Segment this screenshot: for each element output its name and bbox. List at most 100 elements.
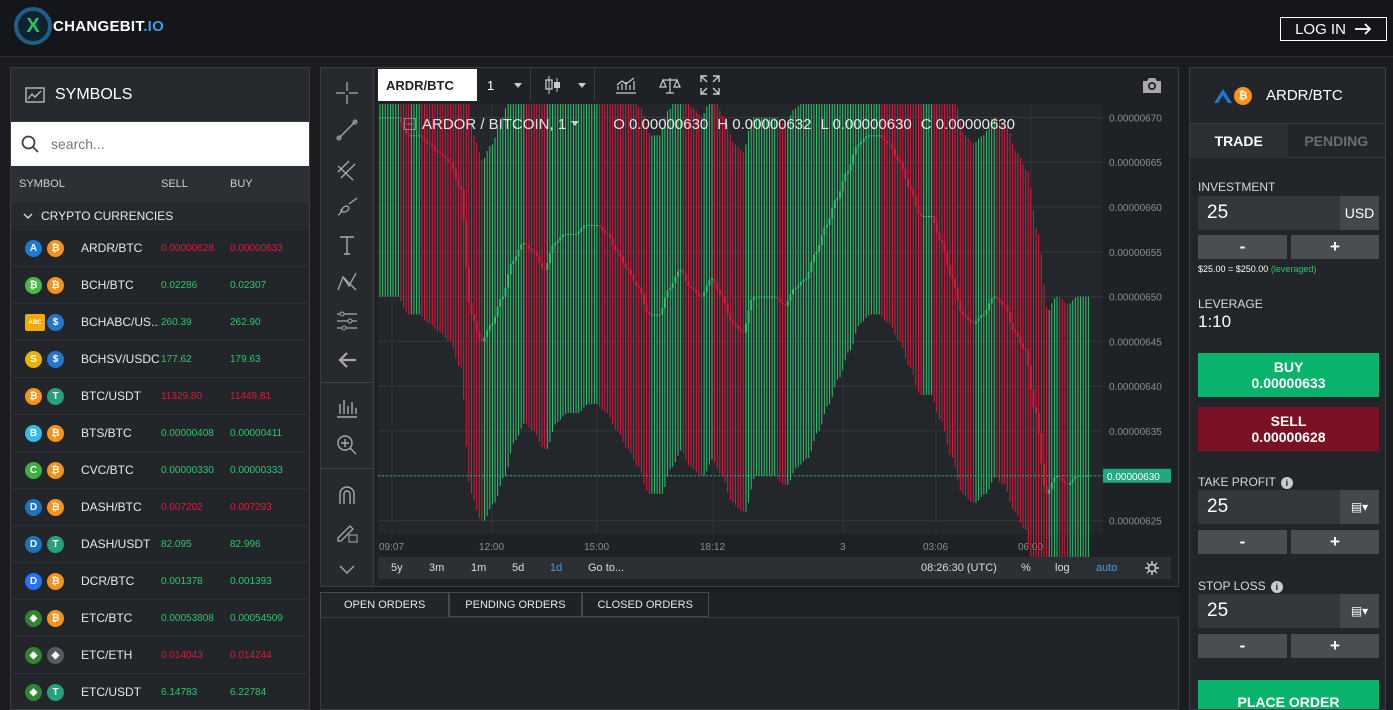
stop-loss-minus-button[interactable]: -	[1198, 634, 1287, 658]
price-chart[interactable]: 0.00000670 0.00000665 0.00000660 0.00000655…	[378, 104, 1171, 586]
take-profit-input[interactable]: 25 ▤▾	[1198, 490, 1379, 524]
candle-body	[815, 251, 818, 255]
candle-body	[648, 312, 651, 315]
candle-body	[384, 117, 387, 119]
candle-body	[820, 235, 823, 246]
col-buy[interactable]: BUY	[230, 178, 253, 190]
investment-plus-button[interactable]: +	[1291, 235, 1379, 259]
sell-button[interactable]: SELL 0.00000628	[1198, 407, 1379, 451]
text-tool-icon[interactable]	[333, 231, 361, 259]
candle-body	[943, 242, 946, 252]
search-box[interactable]: search...	[11, 122, 309, 166]
candle-body	[556, 240, 559, 243]
candle-body	[825, 224, 828, 228]
chart-canvas[interactable]: 0.00000670 0.00000665 0.00000660 0.00000655…	[378, 104, 1171, 557]
stop-loss-mode[interactable]: ▤▾	[1340, 594, 1379, 628]
symbol-name: BCH/BTC	[81, 278, 134, 292]
info-icon[interactable]: i	[1270, 581, 1283, 593]
search-input[interactable]: search...	[51, 136, 105, 152]
brush-icon[interactable]	[333, 193, 361, 221]
period-5d[interactable]: 5d	[512, 562, 524, 574]
symbol-row[interactable]: C ₿ CVC/BTC 0.00000330 0.00000333	[11, 452, 309, 489]
login-button[interactable]: LOG IN	[1280, 17, 1387, 41]
symbol-row[interactable]: D ₿ DCR/BTC 0.001378 0.001393	[11, 563, 309, 600]
period-1m[interactable]: 1m	[471, 562, 486, 574]
tab-open-orders[interactable]: OPEN ORDERS	[320, 592, 450, 617]
auto-toggle[interactable]: auto	[1096, 562, 1117, 574]
symbol-row[interactable]: S $ BCHSV/USDC 177.62 179.63	[11, 341, 309, 378]
candle-body	[744, 323, 747, 333]
stop-loss-input[interactable]: 25 ▤▾	[1198, 594, 1379, 628]
investment-unit[interactable]: USD	[1340, 196, 1379, 230]
investment-minus-button[interactable]: -	[1198, 235, 1287, 259]
symbol-row[interactable]: ◆ ₿ ETC/BTC 0.00053808 0.00054509	[11, 600, 309, 637]
magnet-icon[interactable]	[333, 481, 361, 509]
compare-icon[interactable]	[654, 69, 686, 101]
candle-body	[407, 133, 410, 136]
pattern-icon[interactable]	[333, 268, 361, 296]
settings-gear-icon[interactable]	[1145, 561, 1159, 575]
take-profit-mode[interactable]: ▤▾	[1340, 490, 1379, 524]
legend-title[interactable]: ARDOR / BITCOIN, 1	[422, 116, 566, 133]
info-icon[interactable]: i	[1280, 477, 1293, 489]
zoom-in-icon[interactable]	[333, 431, 361, 459]
col-symbol[interactable]: SYMBOL	[19, 178, 65, 190]
symbol-row[interactable]: A ₿ ARDR/BTC 0.00000628 0.00000633	[11, 230, 309, 267]
take-profit-minus-button[interactable]: -	[1198, 530, 1287, 554]
symbol-row[interactable]: ABC $ BCHABC/US... 260.39 262.90	[11, 304, 309, 341]
place-order-button[interactable]: PLACE ORDER	[1198, 680, 1379, 709]
period-3m[interactable]: 3m	[429, 562, 444, 574]
symbol-row[interactable]: ◆ T ETC/USDT 6.14783 6.22784	[11, 674, 309, 709]
log-toggle[interactable]: log	[1055, 562, 1070, 574]
symbol-selector[interactable]: ARDR/BTC	[378, 69, 477, 101]
pitchfork-icon[interactable]	[333, 156, 361, 184]
tab-pending-orders[interactable]: PENDING ORDERS	[449, 592, 582, 617]
pair-icons: ◆ ◆	[25, 646, 65, 666]
camera-icon[interactable]	[1136, 69, 1168, 101]
sell-price: 0.00000628	[161, 242, 214, 254]
measure-icon[interactable]	[333, 394, 361, 422]
symbol-row[interactable]: ◆ ◆ ETC/ETH 0.014043 0.014244	[11, 637, 309, 674]
candle-body	[988, 303, 991, 311]
candle-body	[457, 179, 460, 187]
indicators-icon[interactable]	[610, 69, 642, 101]
utc-time[interactable]: 08:26:30 (UTC)	[921, 562, 997, 574]
symbol-row[interactable]: ₿ T BTC/USDT 11329.80 11449.81	[11, 378, 309, 415]
fib-icon[interactable]	[333, 307, 361, 335]
tab-trade[interactable]: TRADE	[1190, 124, 1288, 158]
stop-loss-plus-button[interactable]: +	[1291, 634, 1379, 658]
candle-body	[392, 117, 395, 119]
category-crypto[interactable]: CRYPTO CURRENCIES	[11, 202, 309, 230]
goto-button[interactable]: Go to...	[588, 562, 624, 574]
logo[interactable]: X CHANGEBIT.IO	[14, 7, 164, 45]
candle-body	[841, 181, 844, 192]
col-sell[interactable]: SELL	[161, 178, 188, 190]
tab-pending[interactable]: PENDING	[1287, 124, 1385, 158]
interval-selector[interactable]: 1	[479, 69, 531, 101]
candle-body	[739, 329, 742, 332]
candle-body	[674, 276, 677, 284]
candle-body	[768, 296, 771, 298]
fullscreen-icon[interactable]	[694, 69, 726, 101]
lock-drawing-icon[interactable]	[333, 518, 361, 546]
symbol-row[interactable]: D ₿ DASH/BTC 0.007202 0.007293	[11, 489, 309, 526]
tab-closed-orders[interactable]: CLOSED ORDERS	[581, 592, 709, 617]
collapse-icon[interactable]	[404, 118, 416, 130]
trend-line-icon[interactable]	[333, 116, 361, 144]
crosshair-icon[interactable]	[333, 79, 361, 107]
buy-button[interactable]: BUY 0.00000633	[1198, 353, 1379, 397]
percent-toggle[interactable]: %	[1021, 562, 1031, 574]
take-profit-plus-button[interactable]: +	[1291, 530, 1379, 554]
candle-body	[637, 285, 640, 288]
chevron-down-icon[interactable]	[333, 556, 361, 584]
chart-type-button[interactable]	[535, 69, 595, 101]
investment-input[interactable]: 25 USD	[1198, 196, 1379, 230]
arrow-left-icon[interactable]	[333, 346, 361, 374]
symbol-row[interactable]: D T DASH/USDT 82.095 82.996	[11, 526, 309, 563]
coin-icon: $	[47, 351, 64, 368]
symbol-row[interactable]: ₿ ₿ BCH/BTC 0.02286 0.02307	[11, 267, 309, 304]
period-1d[interactable]: 1d	[550, 562, 562, 574]
candle-body	[1066, 483, 1069, 485]
period-5y[interactable]: 5y	[391, 562, 403, 574]
symbol-row[interactable]: B ₿ BTS/BTC 0.00000408 0.00000411	[11, 415, 309, 452]
